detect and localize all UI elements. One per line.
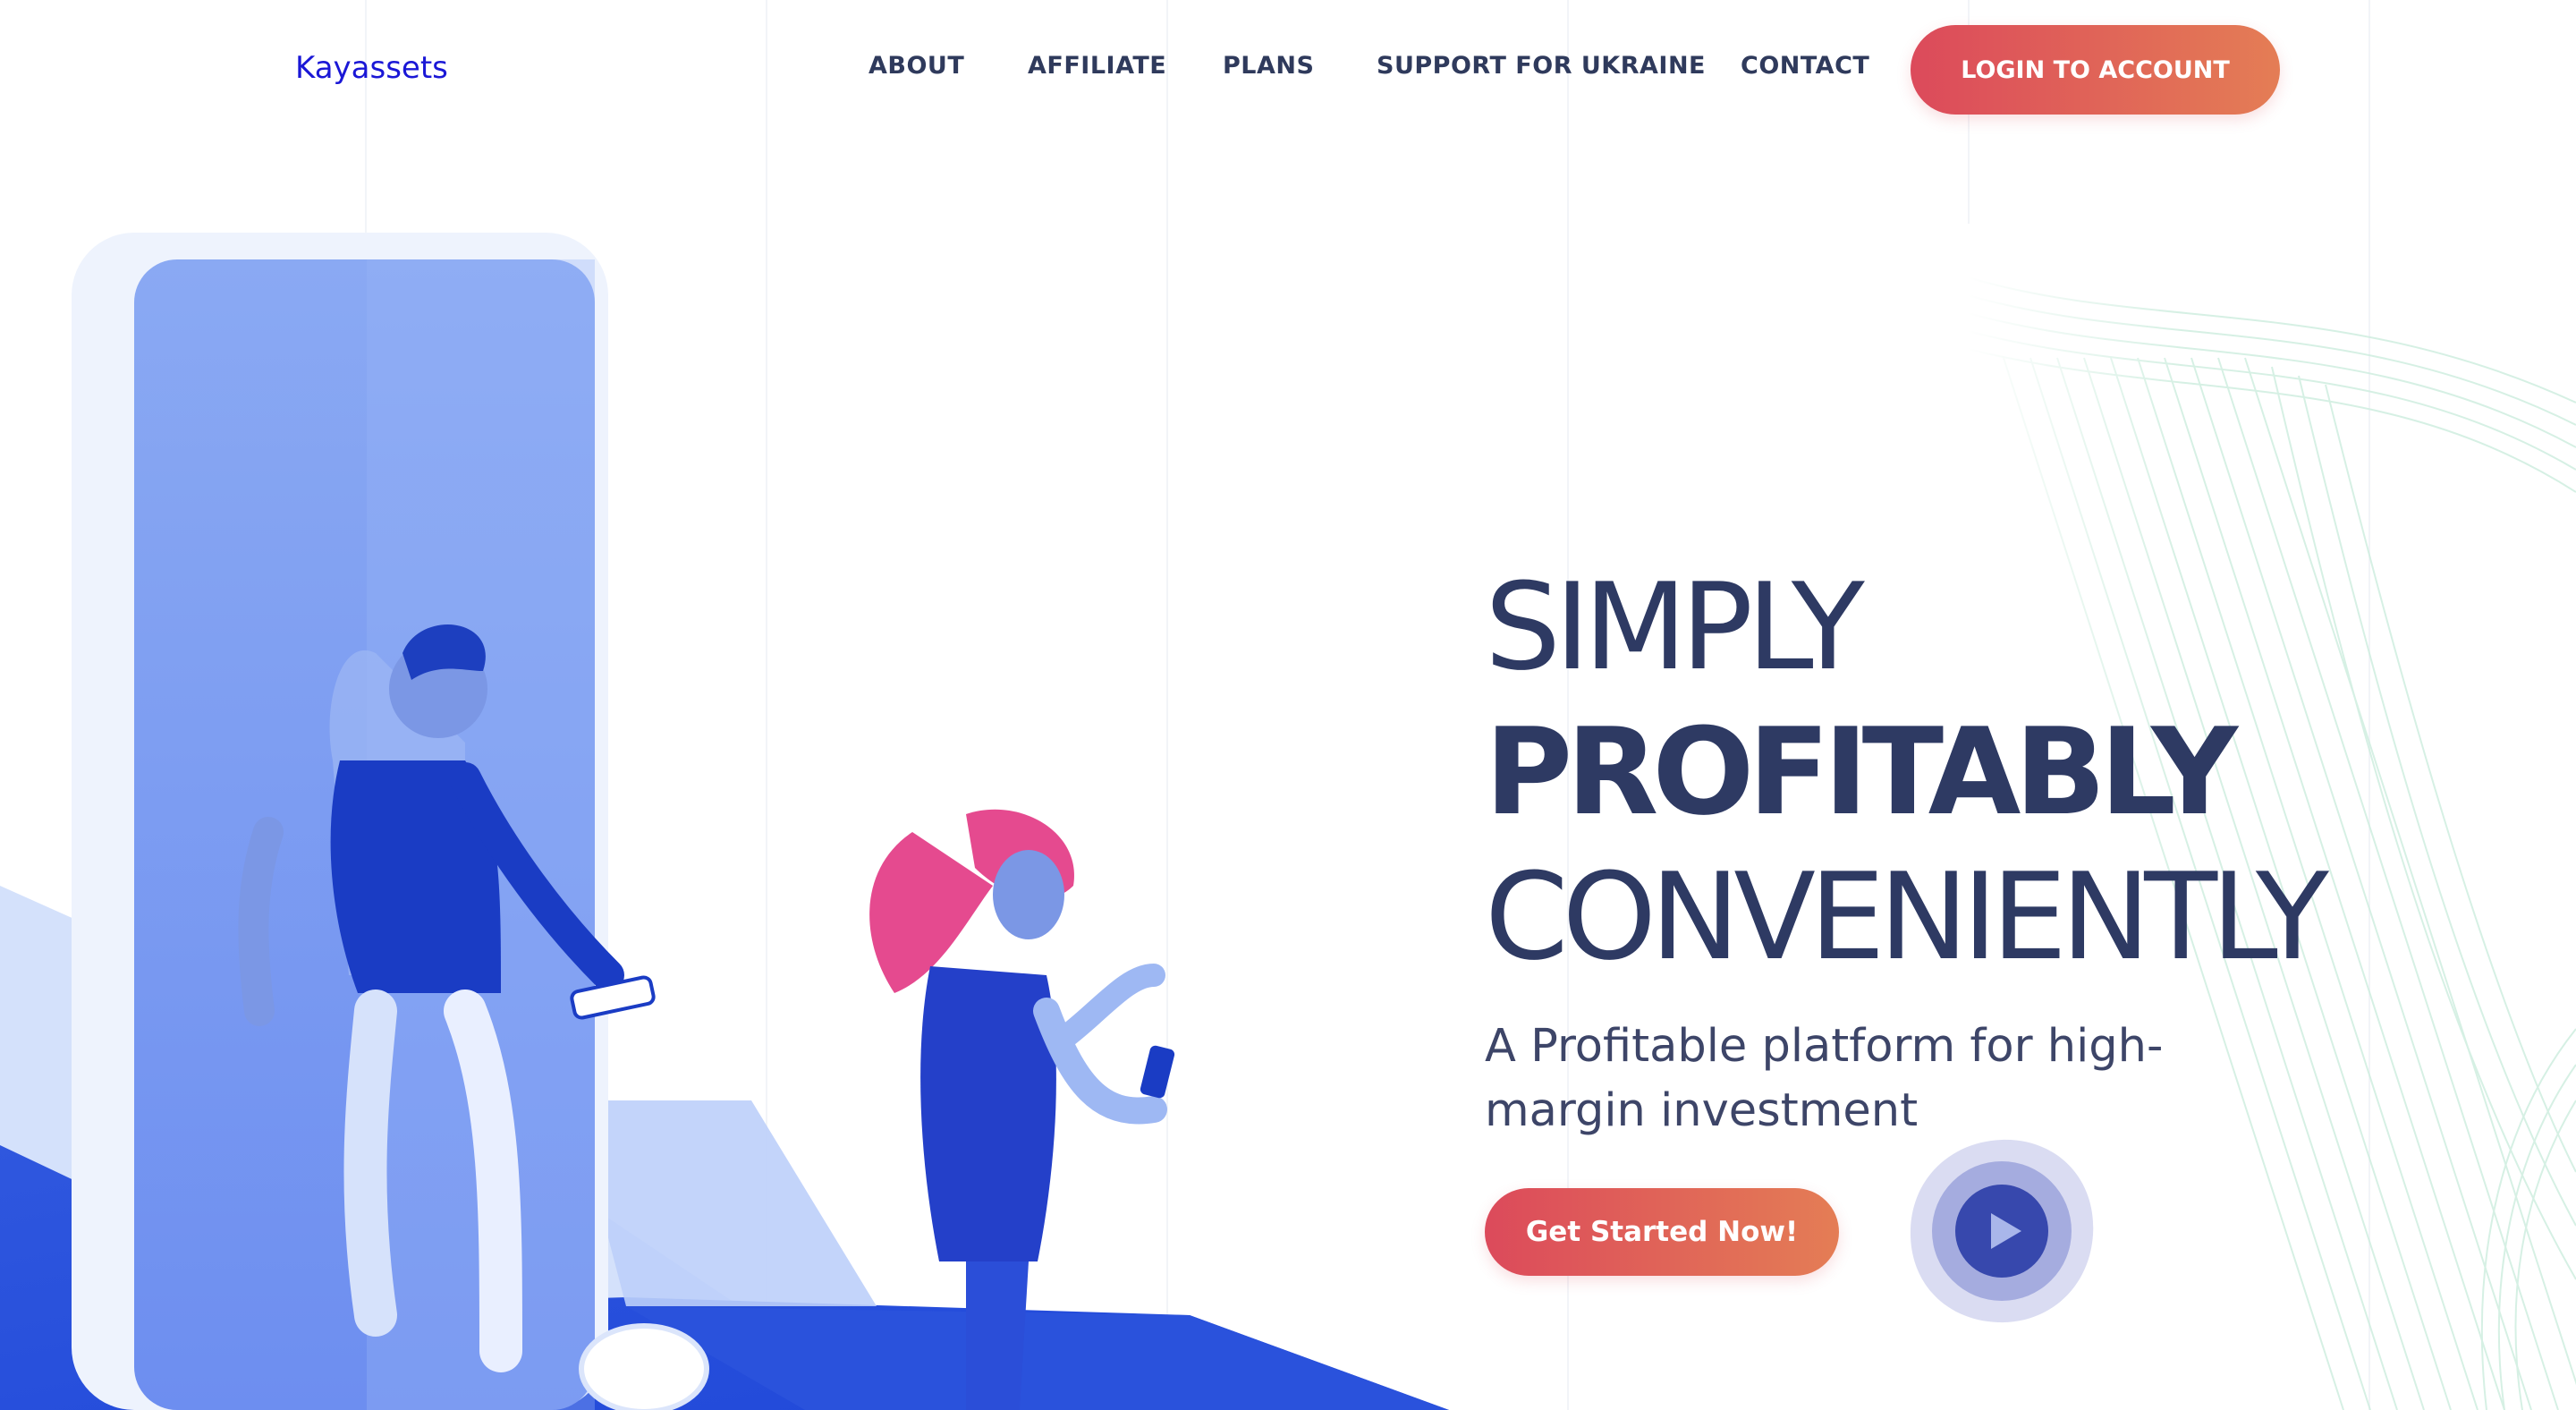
nav-item-affiliate[interactable]: AFFILIATE xyxy=(1028,52,1166,80)
landing-page: Kayassets ABOUT AFFILIATE PLANS SUPPORT … xyxy=(0,0,2576,1410)
get-started-button[interactable]: Get Started Now! xyxy=(1485,1188,1839,1276)
hero-heading-line-2: PROFITABLY xyxy=(1485,702,2238,842)
hero-heading-line-1: SIMPLY xyxy=(1485,557,1865,697)
hero-subtitle: A Profitable platform for high-margin in… xyxy=(1485,1020,2164,1137)
nav-item-plans[interactable]: PLANS xyxy=(1223,52,1314,80)
play-video-button[interactable] xyxy=(1905,1134,2098,1328)
nav-item-about[interactable]: ABOUT xyxy=(869,52,964,80)
site-logo[interactable]: Kayassets xyxy=(295,50,448,86)
nav-item-support-ukraine[interactable]: SUPPORT FOR UKRAINE xyxy=(1377,52,1706,80)
hero-heading-line-3: CONVENIENTLY xyxy=(1485,847,2329,987)
hero-section: SIMPLY PROFITABLY CONVENIENTLY A Profita… xyxy=(1485,555,2379,1143)
hero-illustration xyxy=(0,233,1449,1410)
login-button[interactable]: LOGIN TO ACCOUNT xyxy=(1911,25,2280,115)
play-icon xyxy=(1910,1139,2094,1323)
nav-item-contact[interactable]: CONTACT xyxy=(1741,52,1869,80)
